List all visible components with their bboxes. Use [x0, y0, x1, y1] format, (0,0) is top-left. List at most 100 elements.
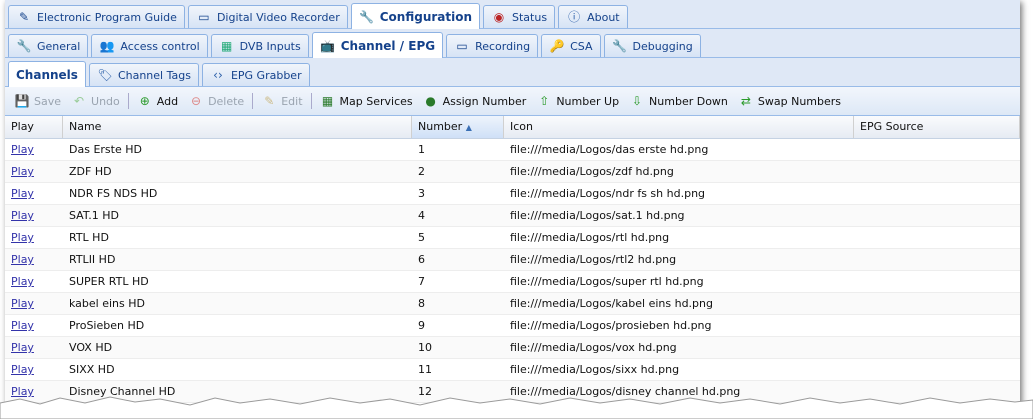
epg-source-cell [854, 183, 1020, 204]
tag-icon: 🏷 [97, 68, 113, 82]
table-row[interactable]: Play RTLII HD 6 file:///media/Logos/rtl2 hd… [5, 249, 1020, 271]
sort-ascending-icon: ▲ [465, 123, 472, 132]
play-cell: Play [5, 139, 63, 160]
channel-icon-path-cell: file:///media/Logos/sixx hd.png [510, 363, 680, 376]
channel-grid-body: Play Das Erste HD 1 file:///media/Logos/das… [5, 139, 1020, 405]
tab-label: About [587, 10, 620, 24]
add-label: Add [156, 94, 179, 108]
map-services-button[interactable]: ▦ Map Services [315, 90, 418, 112]
play-link[interactable]: Play [11, 209, 34, 222]
tab-about[interactable]: ⓘ About [558, 5, 628, 28]
play-link[interactable]: Play [11, 297, 34, 310]
play-link[interactable]: Play [11, 319, 34, 332]
play-link[interactable]: Play [11, 143, 34, 156]
play-cell: Play [5, 249, 63, 270]
table-row[interactable]: Play ProSieben HD 9 file:///media/Logos/pro… [5, 315, 1020, 337]
channel-icon-path-cell: file:///media/Logos/prosieben hd.png [510, 319, 712, 332]
table-row[interactable]: Play NDR FS NDS HD 3 file:///media/Logos/nd… [5, 183, 1020, 205]
play-link[interactable]: Play [11, 275, 34, 288]
channel-epg-tab-bar: Channels 🏷 Channel Tags ‹› EPG Grabber [5, 58, 1020, 87]
tab-csa[interactable]: 🔑 CSA [541, 34, 601, 57]
tab-general[interactable]: 🔧 General [8, 34, 89, 57]
save-button[interactable]: 💾 Save [9, 90, 66, 112]
play-link[interactable]: Play [11, 363, 34, 376]
table-row[interactable]: Play SAT.1 HD 4 file:///media/Logos/sat.1 h… [5, 205, 1020, 227]
info-icon: ⓘ [568, 10, 581, 24]
edit-button[interactable]: ✎ Edit [256, 90, 307, 112]
undo-icon: ↶ [73, 94, 85, 108]
play-link[interactable]: Play [11, 187, 34, 200]
channels-toolbar: 💾 Save ↶ Undo ⊕ Add ⊖ Delete ✎ Edit ▦ Ma… [5, 87, 1020, 116]
channel-icon-path-cell: file:///media/Logos/vox hd.png [510, 341, 677, 354]
channel-name-cell: ZDF HD [69, 165, 112, 178]
save-icon: 💾 [14, 94, 30, 108]
number-down-button[interactable]: ⇩ Number Down [624, 90, 733, 112]
channel-number-cell: 3 [418, 187, 425, 200]
table-row[interactable]: Play kabel eins HD 8 file:///media/Logos/ka… [5, 293, 1020, 315]
column-label: Number [418, 120, 463, 133]
table-row[interactable]: Play VOX HD 10 file:///media/Logos/vox hd.p… [5, 337, 1020, 359]
tab-label: Electronic Program Guide [37, 10, 177, 24]
channel-icon-path-cell: file:///media/Logos/sat.1 hd.png [510, 209, 685, 222]
epg-source-cell [854, 359, 1020, 380]
add-icon: ⊕ [139, 94, 150, 108]
key-icon: 🔑 [549, 39, 565, 53]
tab-channel-epg[interactable]: 📺 Channel / EPG [311, 32, 444, 58]
recorder-icon: ▭ [456, 39, 468, 53]
code-icon: ‹› [213, 68, 223, 82]
column-header-number[interactable]: Number ▲ [412, 116, 504, 138]
column-header-play[interactable]: Play [5, 116, 63, 138]
table-row[interactable]: Play RTL HD 5 file:///media/Logos/rtl hd.pn… [5, 227, 1020, 249]
column-header-icon[interactable]: Icon [504, 116, 854, 138]
table-row[interactable]: Play SIXX HD 11 file:///media/Logos/sixx hd… [5, 359, 1020, 381]
add-button[interactable]: ⊕ Add [132, 90, 183, 112]
table-row[interactable]: Play ZDF HD 2 file:///media/Logos/zdf hd.pn… [5, 161, 1020, 183]
tab-dvb-inputs[interactable]: ▦ DVB Inputs [210, 34, 309, 57]
play-link[interactable]: Play [11, 341, 34, 354]
tab-configuration[interactable]: 🔧 Configuration [350, 3, 481, 29]
epg-source-cell [854, 227, 1020, 248]
column-label: Icon [510, 120, 533, 133]
save-label: Save [34, 94, 62, 108]
arrow-down-icon: ⇩ [632, 94, 643, 108]
tab-epg-grabber[interactable]: ‹› EPG Grabber [201, 63, 310, 86]
table-row[interactable]: Play Das Erste HD 1 file:///media/Logos/das… [5, 139, 1020, 161]
film-icon: ▦ [220, 39, 233, 53]
play-cell: Play [5, 293, 63, 314]
delete-button[interactable]: ⊖ Delete [183, 90, 249, 112]
channel-icon-path-cell: file:///media/Logos/zdf hd.png [510, 165, 674, 178]
undo-button[interactable]: ↶ Undo [66, 90, 125, 112]
channel-number-cell: 6 [418, 253, 425, 266]
swap-icon: ⇄ [740, 94, 751, 108]
channel-number-cell: 9 [418, 319, 425, 332]
tab-label: DVB Inputs [239, 39, 301, 53]
play-link[interactable]: Play [11, 165, 34, 178]
play-link[interactable]: Play [11, 231, 34, 244]
number-up-button[interactable]: ⇧ Number Up [531, 90, 624, 112]
play-cell: Play [5, 205, 63, 226]
tab-label: General [37, 39, 81, 53]
column-header-name[interactable]: Name [63, 116, 412, 138]
tab-channel-tags[interactable]: 🏷 Channel Tags [88, 63, 199, 86]
assign-number-icon: ● [425, 94, 436, 108]
tab-label: Channel / EPG [340, 38, 436, 53]
table-row[interactable]: Play SUPER RTL HD 7 file:///media/Logos/sup… [5, 271, 1020, 293]
toolbar-separator [252, 93, 254, 109]
tab-electronic-program-guide[interactable]: ✎ Electronic Program Guide [8, 5, 185, 28]
assign-number-button[interactable]: ● Assign Number [418, 90, 532, 112]
column-header-epg-source[interactable]: EPG Source [854, 116, 1020, 138]
wrench-icon: 🔧 [612, 39, 627, 53]
tab-access-control[interactable]: 👥 Access control [91, 34, 208, 57]
tab-status[interactable]: ◉ Status [483, 5, 556, 28]
tab-debugging[interactable]: 🔧 Debugging [603, 34, 701, 57]
tab-label: Configuration [379, 9, 473, 24]
tab-channels[interactable]: Channels [8, 61, 86, 87]
epg-source-cell [854, 205, 1020, 226]
tab-recording[interactable]: ▭ Recording [446, 34, 539, 57]
channel-name-cell: VOX HD [69, 341, 113, 354]
tab-digital-video-recorder[interactable]: ▭ Digital Video Recorder [187, 5, 348, 28]
swap-numbers-button[interactable]: ⇄ Swap Numbers [733, 90, 846, 112]
play-link[interactable]: Play [11, 253, 34, 266]
users-icon: 👥 [99, 39, 115, 53]
channel-name-cell: Das Erste HD [69, 143, 142, 156]
